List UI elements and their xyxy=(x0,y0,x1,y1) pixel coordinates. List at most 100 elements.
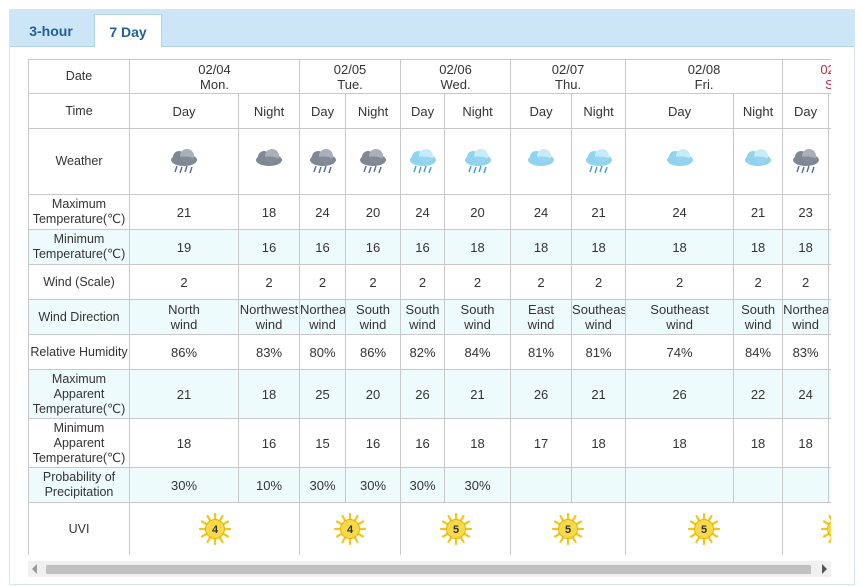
time-cell: Night xyxy=(733,93,784,129)
max-temp-cell: 19 xyxy=(828,194,831,230)
wind-dir-cell: Northeastwind xyxy=(299,299,347,335)
horizontal-scrollbar[interactable] xyxy=(28,561,831,577)
min-apparent-cell: 16 xyxy=(345,418,402,468)
scroll-right-arrow-icon[interactable] xyxy=(822,564,827,574)
weather-cell xyxy=(345,128,402,195)
wind-dir-cell: Eastwind xyxy=(828,299,831,335)
wind-scale-cell: 2 xyxy=(345,264,402,300)
wind-scale-cell: 2 xyxy=(237,264,301,300)
wind-direction: Northeast xyxy=(783,302,828,317)
wind-direction: East xyxy=(830,302,831,317)
max-temp-cell: 21 xyxy=(733,194,784,230)
date-text: 02/04 xyxy=(198,61,231,77)
row-wind-scale: Wind (Scale)2222222222222 xyxy=(28,264,831,300)
precip-cell xyxy=(571,467,627,503)
tab-3-hour[interactable]: 3-hour xyxy=(10,14,92,46)
time-cell: Day xyxy=(510,93,573,129)
wind-scale-cell: 2 xyxy=(571,264,627,300)
scroll-left-arrow-icon[interactable] xyxy=(32,564,37,574)
max-apparent-cell: 21 xyxy=(129,369,239,419)
row-wind-dir: Wind Direction North wind Northwest wind Nort… xyxy=(28,299,831,335)
date-text: 02/06 xyxy=(439,61,472,77)
wind-suffix: wind xyxy=(464,317,491,332)
date-header: 02/05 Tue. xyxy=(299,59,402,94)
light-cloud-icon xyxy=(664,148,696,168)
light-cloud-icon xyxy=(525,148,557,168)
precip-cell: 10% xyxy=(237,467,301,503)
wind-dir-cell: Northeastwind xyxy=(782,299,830,335)
scrollbar-thumb[interactable] xyxy=(46,565,811,574)
date-text: 02/07 xyxy=(551,61,585,77)
forecast-table: Date 02/04 Mon. 02/05 Tue. 02/06 Wed. 02/07 Thu.… xyxy=(28,59,831,555)
light-cloud-icon xyxy=(742,148,774,168)
svg-text:4: 4 xyxy=(211,524,218,536)
precip-cell xyxy=(733,467,784,503)
max-apparent-cell: 20 xyxy=(345,369,402,419)
row-precip: Probability of Precipitation 30% 10% 30% 30%… xyxy=(28,467,831,503)
wind-scale-cell: 2 xyxy=(400,264,446,300)
uv-sun-icon: 4 xyxy=(334,513,367,545)
row-label: Minimum Temperature(℃) xyxy=(28,229,130,265)
weekday-text: Thu. xyxy=(555,76,582,92)
max-temp-cell: 24 xyxy=(400,194,446,230)
weekday-text: Mon. xyxy=(200,76,229,92)
min-temp-cell: 18 xyxy=(782,229,830,265)
wind-dir-cell: Northwest wind xyxy=(237,299,301,335)
wind-suffix: wind xyxy=(792,317,819,332)
wind-scale-cell: 2 xyxy=(828,264,831,300)
cloud-icon xyxy=(253,148,285,168)
date-header: 02/07 Thu. xyxy=(510,59,627,94)
row-date: Date 02/04 Mon. 02/05 Tue. 02/06 Wed. 02/07 Thu.… xyxy=(28,59,831,94)
forecast-table-viewport[interactable]: Date 02/04 Mon. 02/05 Tue. 02/06 Wed. 02/07 Thu.… xyxy=(28,59,831,555)
row-label: Wind Direction xyxy=(28,299,130,335)
svg-text:5: 5 xyxy=(565,524,571,536)
min-apparent-cell: 18 xyxy=(129,418,239,468)
row-max-apparent: Maximum Apparent Temperature(℃) 21 18 25 20 2… xyxy=(28,369,831,419)
row-label: Weather xyxy=(28,128,130,195)
wind-suffix: wind xyxy=(255,317,283,332)
weather-cell xyxy=(625,128,735,195)
time-cell: Night xyxy=(345,93,402,129)
wind-suffix: wind xyxy=(309,317,336,332)
max-temp-cell: 18 xyxy=(237,194,301,230)
wind-scale-cell: 2 xyxy=(444,264,512,300)
weekday-text: Tue. xyxy=(337,76,363,92)
humidity-cell: 86% xyxy=(129,334,239,370)
humidity-cell: 86% xyxy=(345,334,402,370)
max-apparent-cell: 24 xyxy=(782,369,830,419)
date-header: 02/06 Wed. xyxy=(400,59,512,94)
humidity-cell: 82% xyxy=(400,334,446,370)
min-temp-cell: 16 xyxy=(345,229,402,265)
forecast-panel: 3-hour 7 Day Date 02/04 Mon. 02/05 Tue. 02/06… xyxy=(9,9,855,585)
wind-suffix: wind xyxy=(666,317,693,332)
tab-7-day[interactable]: 7 Day xyxy=(94,14,162,48)
row-label: Maximum Apparent Temperature(℃) xyxy=(28,369,130,419)
weather-cell xyxy=(510,128,573,195)
wind-direction: East xyxy=(528,302,555,317)
weekday-text: Sat. xyxy=(784,77,831,92)
light-rain-cloud-icon xyxy=(407,148,439,173)
min-apparent-cell: 17 xyxy=(510,418,573,468)
light-rain-cloud-icon xyxy=(583,148,615,173)
wind-direction: South xyxy=(460,302,495,317)
svg-text:4: 4 xyxy=(347,524,354,536)
row-humidity: Relative Humidity 86% 83% 80% 86% 82% 84% 81% 81… xyxy=(28,334,831,370)
min-apparent-cell: 15 xyxy=(299,418,347,468)
wind-dir-cell: South wind xyxy=(400,299,446,335)
min-temp-cell: 16 xyxy=(828,229,831,265)
precip-cell: 30% xyxy=(400,467,446,503)
uv-sun-icon: 4 xyxy=(198,513,231,545)
wind-suffix: wind xyxy=(359,317,387,332)
weather-cell xyxy=(782,128,830,195)
humidity-cell: 81% xyxy=(571,334,627,370)
uvi-cell: 5 xyxy=(510,502,627,555)
precip-cell: 30% xyxy=(129,467,239,503)
max-apparent-cell: 26 xyxy=(400,369,446,419)
humidity-cell: 83% xyxy=(828,334,831,370)
row-label: UVI xyxy=(28,502,130,555)
wind-direction: Northeast xyxy=(300,302,345,317)
uvi-cell: 5 xyxy=(625,502,784,555)
max-apparent-cell: 22 xyxy=(733,369,784,419)
wind-scale-cell: 2 xyxy=(782,264,830,300)
uvi-cell: 4 xyxy=(299,502,402,555)
